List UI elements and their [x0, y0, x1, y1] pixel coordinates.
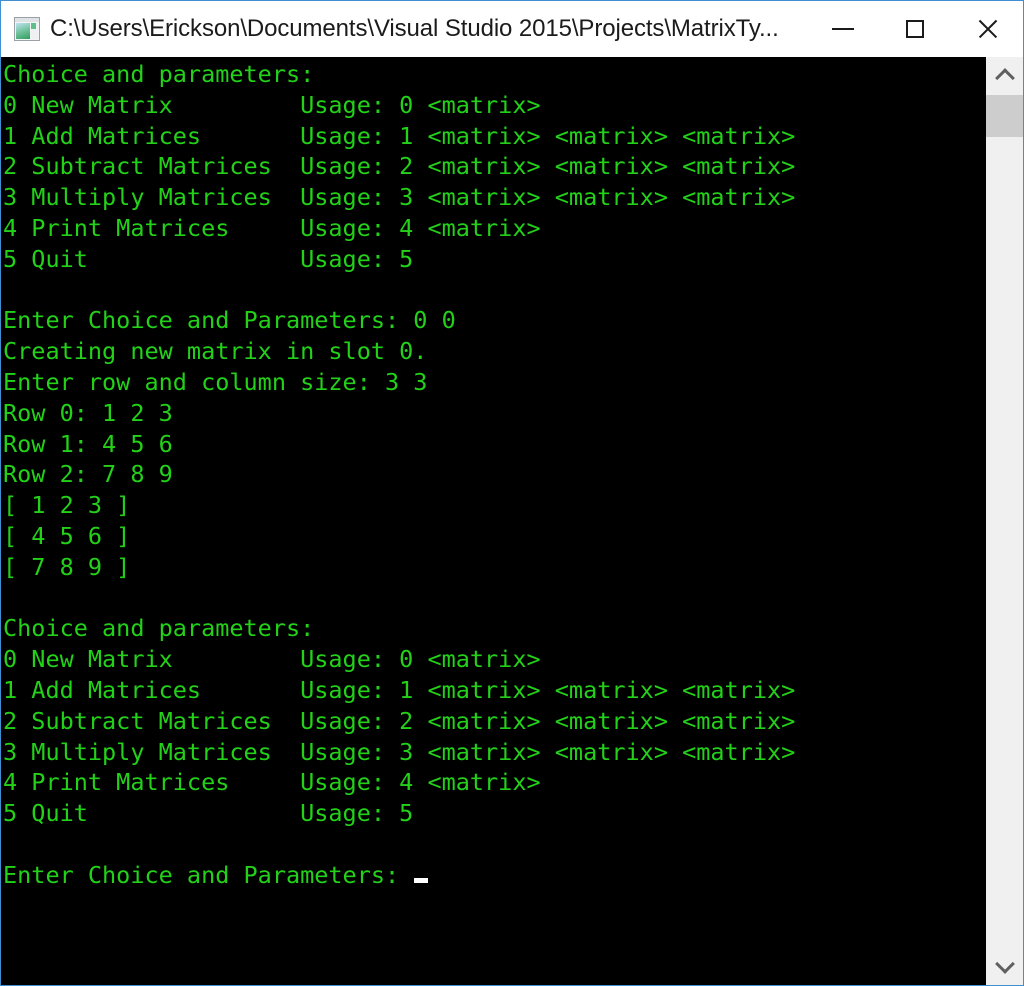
- console-output[interactable]: Choice and parameters: 0 New Matrix Usage…: [1, 57, 985, 985]
- console-line: 3 Multiply Matrices Usage: 3 <matrix> <m…: [3, 183, 796, 212]
- scrollbar-track[interactable]: [986, 95, 1023, 947]
- console-line: Choice and parameters:: [3, 614, 315, 643]
- title-bar[interactable]: C:\Users\Erickson\Documents\Visual Studi…: [1, 1, 1023, 57]
- console-line: [ 7 8 9 ]: [3, 552, 131, 581]
- console-line: 0 New Matrix Usage: 0 <matrix>: [3, 90, 541, 119]
- console-line: 5 Quit Usage: 5: [3, 799, 414, 828]
- console-line: 2 Subtract Matrices Usage: 2 <matrix> <m…: [3, 706, 796, 735]
- icon-screen: [16, 23, 30, 39]
- scroll-up-button[interactable]: [986, 57, 1023, 95]
- chevron-up-icon: [994, 68, 1015, 88]
- minimize-icon: [832, 27, 854, 30]
- console-line: 1 Add Matrices Usage: 1 <matrix> <matrix…: [3, 675, 796, 704]
- window-title: C:\Users\Erickson\Documents\Visual Studi…: [50, 15, 779, 42]
- console-line: Creating new matrix in slot 0.: [3, 337, 428, 366]
- console-cursor: [414, 877, 429, 883]
- console-line: 5 Quit Usage: 5: [3, 244, 414, 273]
- console-window-icon: [14, 17, 40, 41]
- maximize-button[interactable]: [879, 1, 951, 56]
- icon-side-panel: [31, 23, 38, 39]
- minimize-button[interactable]: [807, 1, 879, 56]
- console-line: Enter Choice and Parameters: 0 0: [3, 306, 456, 335]
- console-line: Enter row and column size: 3 3: [3, 367, 428, 396]
- scroll-down-button[interactable]: [986, 947, 1023, 985]
- console-line: 4 Print Matrices Usage: 4 <matrix>: [3, 768, 541, 797]
- icon-titlebar: [15, 18, 39, 22]
- console-line: 0 New Matrix Usage: 0 <matrix>: [3, 645, 541, 674]
- console-line: Row 2: 7 8 9: [3, 460, 173, 489]
- console-line: 1 Add Matrices Usage: 1 <matrix> <matrix…: [3, 121, 796, 150]
- close-button[interactable]: [951, 1, 1023, 56]
- console-line: 4 Print Matrices Usage: 4 <matrix>: [3, 213, 541, 242]
- scrollbar-thumb[interactable]: [986, 95, 1023, 137]
- console-line: [ 4 5 6 ]: [3, 521, 131, 550]
- maximize-icon: [906, 19, 924, 38]
- console-body[interactable]: Choice and parameters: 0 New Matrix Usage…: [1, 57, 1023, 985]
- console-line: Row 1: 4 5 6: [3, 429, 173, 458]
- console-line: Row 0: 1 2 3: [3, 398, 173, 427]
- console-line: Enter Choice and Parameters:: [3, 860, 985, 891]
- console-line: 3 Multiply Matrices Usage: 3 <matrix> <m…: [3, 737, 796, 766]
- console-line: [ 1 2 3 ]: [3, 491, 131, 520]
- close-icon: [976, 18, 998, 40]
- vertical-scrollbar[interactable]: [985, 57, 1023, 985]
- window-controls: [807, 1, 1023, 56]
- chevron-down-icon: [994, 954, 1015, 974]
- console-window: C:\Users\Erickson\Documents\Visual Studi…: [0, 0, 1024, 986]
- console-line: 2 Subtract Matrices Usage: 2 <matrix> <m…: [3, 152, 796, 181]
- console-line: Choice and parameters:: [3, 60, 315, 88]
